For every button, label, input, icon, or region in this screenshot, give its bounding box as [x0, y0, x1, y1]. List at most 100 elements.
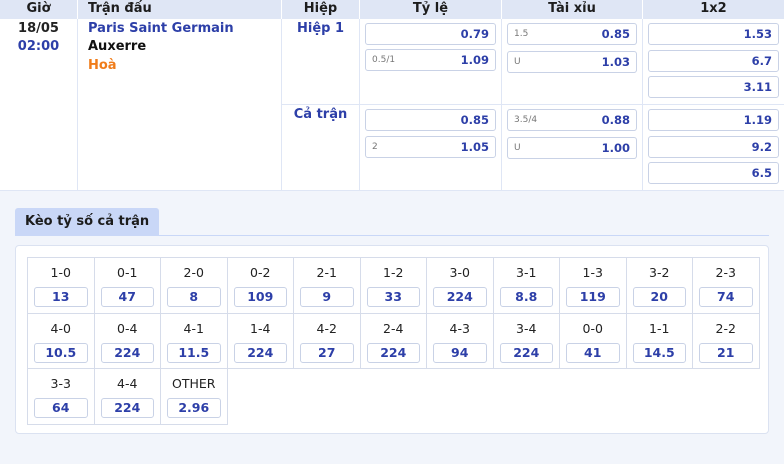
- score-odds-button[interactable]: 21: [699, 342, 753, 363]
- score-odds-button[interactable]: 8.8: [499, 287, 553, 307]
- score-label: 2-0: [183, 265, 204, 280]
- handicap-away-odds[interactable]: 0.5/1 1.09: [365, 49, 496, 71]
- score-odds-button[interactable]: 224: [100, 398, 154, 418]
- score-cell: 2-1 9: [294, 258, 361, 314]
- odds-value: 0.85: [601, 27, 630, 41]
- over-odds[interactable]: 3.5/4 0.88: [507, 109, 637, 131]
- away-team[interactable]: Auxerre: [88, 39, 146, 54]
- under-odds[interactable]: U 1.00: [507, 137, 637, 159]
- score-label: 4-4: [117, 376, 138, 391]
- score-label: 0-0: [582, 320, 603, 336]
- score-odds-button[interactable]: 64: [34, 398, 88, 418]
- score-label: 2-2: [715, 320, 736, 336]
- score-odds-button[interactable]: 2.96: [167, 398, 221, 418]
- over-odds[interactable]: 1.5 0.85: [507, 23, 637, 45]
- correct-score-panel: 1-0 13 0-1 47 2-0 8 0-2 109 2-1 9 1-2 33 3-0 224 3-1 8.…: [15, 245, 769, 434]
- score-odds-button[interactable]: 14.5: [632, 342, 686, 363]
- odds-value: 6.7: [751, 54, 772, 68]
- score-odds-button[interactable]: 224: [433, 287, 487, 307]
- score-cell: 4-3 94: [427, 313, 494, 369]
- odds-value: 1.03: [601, 55, 630, 69]
- score-label: 1-2: [383, 265, 404, 280]
- score-label: 2-1: [316, 265, 337, 280]
- score-cell: 4-2 27: [294, 313, 361, 369]
- score-odds-button[interactable]: 11.5: [167, 342, 221, 363]
- score-odds-button[interactable]: 109: [233, 287, 287, 307]
- away-win-odds[interactable]: 6.7: [648, 50, 779, 72]
- header-time: Giờ: [0, 0, 78, 19]
- score-cell: 2-0 8: [161, 258, 228, 314]
- handicap-away-odds[interactable]: 2 1.05: [365, 136, 496, 158]
- score-label: 4-2: [316, 320, 337, 336]
- correct-score-tab[interactable]: Kèo tỷ số cả trận: [15, 208, 160, 235]
- score-label: 2-3: [715, 265, 736, 280]
- score-odds-button[interactable]: 224: [233, 342, 287, 363]
- score-cell: OTHER 2.96: [161, 369, 228, 425]
- score-label: 4-0: [50, 320, 71, 336]
- match-date: 18/05: [18, 21, 59, 36]
- home-team[interactable]: Paris Saint Germain: [88, 21, 234, 36]
- score-odds-button[interactable]: 224: [366, 342, 420, 363]
- score-odds-button[interactable]: 74: [699, 287, 753, 307]
- period-first-half: Hiệp 1: [296, 21, 345, 36]
- score-cell: 4-4 224: [94, 369, 161, 425]
- score-cell: 0-2 109: [227, 258, 294, 314]
- under-label: U: [514, 143, 521, 153]
- score-cell: 4-0 10.5: [28, 313, 95, 369]
- score-cell: 2-2 21: [693, 313, 760, 369]
- handicap-home-odds[interactable]: 0.85: [365, 109, 496, 131]
- period-full-match: Cả trận: [293, 107, 348, 122]
- score-label: 0-2: [250, 265, 271, 280]
- score-label: 1-3: [582, 265, 603, 280]
- score-label: 2-4: [383, 320, 404, 336]
- draw-label: Hoà: [88, 58, 117, 73]
- under-label: U: [514, 57, 521, 67]
- score-odds-button[interactable]: 33: [366, 287, 420, 307]
- score-odds-button[interactable]: 224: [100, 342, 154, 363]
- draw-odds[interactable]: 3.11: [648, 76, 779, 98]
- score-label: 0-4: [117, 320, 138, 336]
- score-cell: 0-0 41: [560, 313, 627, 369]
- home-win-odds[interactable]: 1.19: [648, 109, 779, 131]
- odds-value: 0.88: [601, 113, 630, 127]
- score-label: 1-4: [250, 320, 271, 336]
- score-cell: 4-1 11.5: [161, 313, 228, 369]
- score-odds-button[interactable]: 94: [433, 342, 487, 363]
- score-label: 3-2: [649, 265, 670, 280]
- score-cell: 1-4 224: [227, 313, 294, 369]
- under-odds[interactable]: U 1.03: [507, 51, 637, 73]
- odds-value: 0.79: [460, 27, 489, 41]
- score-cell: 2-4 224: [360, 313, 427, 369]
- score-odds-button[interactable]: 47: [100, 287, 154, 307]
- score-odds-button[interactable]: 10.5: [34, 342, 88, 363]
- header-handicap: Tỷ lệ: [360, 0, 502, 19]
- home-win-odds[interactable]: 1.53: [648, 23, 779, 45]
- score-odds-button[interactable]: 224: [499, 342, 553, 363]
- score-cell: 1-0 13: [28, 258, 95, 314]
- score-odds-button[interactable]: 41: [566, 342, 620, 363]
- odds-value: 1.09: [460, 53, 489, 67]
- score-odds-button[interactable]: 119: [566, 287, 620, 307]
- total-line: 1.5: [514, 29, 529, 39]
- total-line: 3.5/4: [514, 115, 538, 125]
- correct-score-grid: 1-0 13 0-1 47 2-0 8 0-2 109 2-1 9 1-2 33 3-0 224 3-1 8.…: [27, 257, 760, 425]
- score-cell: 1-2 33: [360, 258, 427, 314]
- score-cell: 1-3 119: [560, 258, 627, 314]
- score-cell: 1-1 14.5: [626, 313, 693, 369]
- score-cell: 3-2 20: [626, 258, 693, 314]
- score-label: 0-1: [117, 265, 138, 280]
- away-win-odds[interactable]: 9.2: [648, 136, 779, 158]
- score-label: 4-1: [183, 320, 204, 336]
- score-odds-button[interactable]: 27: [300, 342, 354, 363]
- score-odds-button[interactable]: 20: [632, 287, 686, 307]
- header-match: Trận đấu: [78, 0, 282, 19]
- score-odds-button[interactable]: 8: [167, 287, 221, 307]
- score-odds-button[interactable]: 13: [34, 287, 88, 307]
- match-time: 02:00: [17, 39, 60, 54]
- draw-odds[interactable]: 6.5: [648, 162, 779, 184]
- score-odds-button[interactable]: 9: [300, 287, 354, 307]
- score-cell: 0-1 47: [94, 258, 161, 314]
- table-header: Giờ Trận đấu Hiệp Tỷ lệ Tài xỉu 1x2: [0, 0, 784, 19]
- score-cell: 2-3 74: [693, 258, 760, 314]
- handicap-home-odds[interactable]: 0.79: [365, 23, 496, 45]
